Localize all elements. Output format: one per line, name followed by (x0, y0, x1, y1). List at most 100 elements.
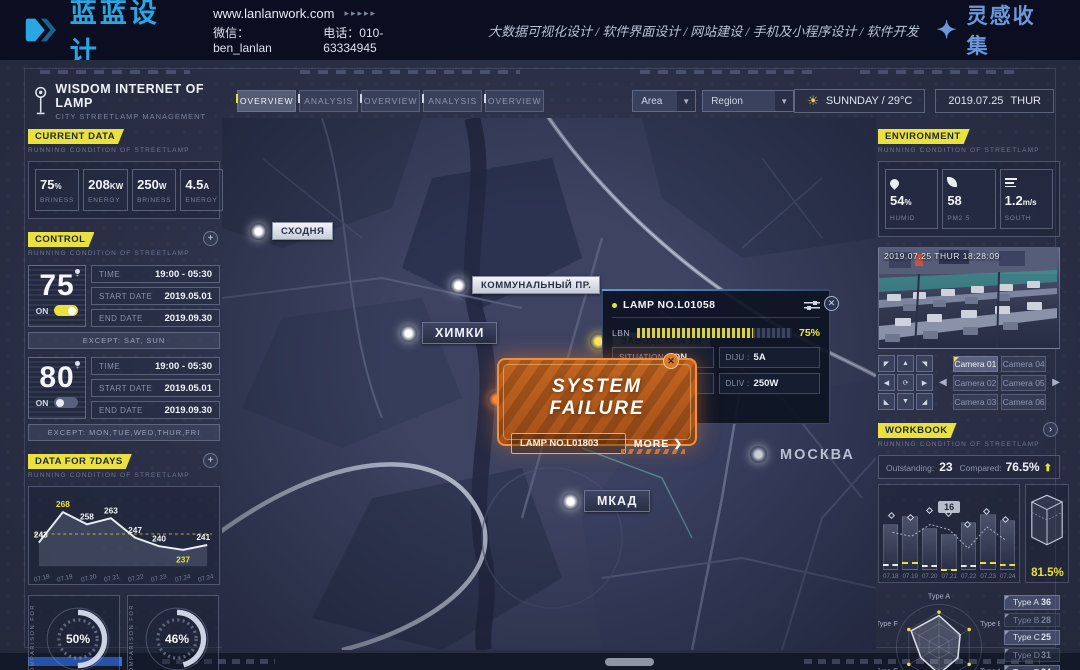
lamp-icon (75, 361, 80, 366)
workbook-total: 81.5% (1025, 484, 1069, 583)
weather-box: ☀ SUNNDAY / 29°C (794, 89, 925, 113)
inspiration-collect[interactable]: ✦ 灵感收集 (937, 0, 1058, 60)
total-percent: 81.5% (1031, 567, 1064, 579)
hud-decoration (300, 70, 520, 74)
except-bar: EXCEPT: MON,TUE,WED,THUR,FRI (28, 424, 220, 441)
radar-chart-svg: Type AType BType CType DType EType F (878, 593, 1000, 670)
add-schedule-button[interactable]: + (203, 231, 218, 246)
schedule-group-2: 80 ON TIME 19:00 - 05:30 START DATE (28, 357, 220, 419)
tab-overview-3[interactable]: OVERVIEW (485, 90, 544, 112)
panel-subtitle: RUNNING CONDITION OF STREETLAMP (28, 147, 220, 154)
dliv-cell: DLIV :250W (719, 373, 821, 394)
pan-right-icon[interactable]: ▶ (916, 374, 933, 391)
type-radar-panel: Type AType BType CType DType EType F Typ… (878, 593, 1060, 670)
schedule-group-1: 75 ON TIME 19:00 - 05:30 START DATE (28, 265, 220, 327)
area-select[interactable]: Area ▼ (632, 90, 696, 112)
camera-list: Camera 01Camera 04Camera 02Camera 05Came… (953, 356, 1047, 410)
close-icon[interactable]: ✕ (824, 296, 839, 311)
screenshot: 蓝蓝设计 www.lanlanwork.com ▸▸▸▸▸ 微信：ben_lan… (0, 0, 1080, 670)
tab-analysis-1[interactable]: ANALYSIS (299, 90, 358, 112)
camera-button-2[interactable]: Camera 02 (953, 375, 998, 391)
lamp-marker-icon (250, 223, 267, 240)
schedule-toggle[interactable] (54, 397, 78, 408)
sliders-icon[interactable] (804, 300, 820, 310)
services-list: 大数据可视化设计 / 软件界面设计 / 网站建设 / 手机及小程序设计 / 软件… (488, 21, 918, 40)
tab-overview-1[interactable]: OVERVIEW (237, 90, 296, 112)
tab-overview-2[interactable]: OVERVIEW (361, 90, 420, 112)
left-sidebar: CURRENT DATA RUNNING CONDITION OF STREET… (28, 126, 220, 670)
camera-button-3[interactable]: Camera 03 (953, 394, 998, 410)
expand-chart-button[interactable]: + (203, 453, 218, 468)
type-row-c[interactable]: Type C25 (1004, 630, 1060, 645)
bar-tooltip: 16 (938, 501, 960, 513)
end-date-row[interactable]: END DATE 2019.09.30 (91, 401, 220, 419)
logo-text: 蓝蓝设计 (70, 0, 189, 69)
workbook-bar-chart: 16 07.1807.1907.2007.2107.2207.2307.24 (878, 484, 1020, 583)
pan-down-right-icon[interactable]: ◢ (916, 393, 933, 410)
pan-up-icon[interactable]: ▲ (897, 355, 914, 372)
gauge-value: 50% (66, 632, 90, 646)
region-select[interactable]: Region ▼ (702, 90, 794, 112)
page-title: WISDOM INTERNET OF LAMP (55, 82, 237, 110)
outstanding-count: 23 (939, 460, 952, 474)
lamp-marker-icon (750, 446, 767, 463)
pan-down-left-icon[interactable]: ◣ (878, 393, 895, 410)
tab-analysis-2[interactable]: ANALYSIS (423, 90, 482, 112)
control-panel: CONTROL + RUNNING CONDITION OF STREETLAM… (28, 229, 220, 441)
humidity-stat: 54% HUMID (885, 169, 938, 229)
rotate-icon[interactable]: ⟳ (897, 374, 914, 391)
website-link[interactable]: www.lanlanwork.com (213, 6, 334, 21)
alert-title: SYSTEM FAILURE (509, 376, 685, 420)
brightness-box: 75 ON (28, 265, 86, 327)
pan-left-icon[interactable]: ◀ (878, 374, 895, 391)
hatch-decoration (621, 449, 685, 454)
cube-icon (1028, 491, 1066, 549)
camera-button-5[interactable]: Camera 05 (1001, 375, 1046, 391)
next-page-button[interactable]: › (1043, 422, 1058, 437)
pan-up-right-icon[interactable]: ◥ (916, 355, 933, 372)
pan-down-icon[interactable]: ▼ (897, 393, 914, 410)
pan-up-left-icon[interactable]: ◤ (878, 355, 895, 372)
stat-energy-kw: 208KW ENERGY (83, 169, 128, 211)
camera-button-6[interactable]: Camera 06 (1001, 394, 1046, 410)
city-map[interactable]: СХОДНЯ КОММУНАЛЬНЫЙ ПР. ХИМКИ ЗАВОДСКАЯ … (222, 118, 876, 650)
date-text: 2019.07.25 (948, 95, 1003, 107)
schedule-toggle[interactable] (54, 305, 78, 316)
map-label-kommunalny[interactable]: КОММУНАЛЬНЫЙ ПР. (450, 276, 600, 294)
camera-dpad: ◤▲◥ ◀⟳▶ ◣▼◢ (878, 355, 933, 410)
lanlan-logo[interactable]: 蓝蓝设计 (22, 0, 189, 69)
prev-cameras-icon[interactable]: ◀ (939, 377, 947, 388)
type-row-d[interactable]: Type D31 (1004, 648, 1060, 663)
brightness-box: 80 ON (28, 357, 86, 419)
time-row[interactable]: TIME 19:00 - 05:30 (91, 265, 220, 283)
svg-text:Type E: Type E (878, 667, 898, 670)
map-label-skhodnya[interactable]: СХОДНЯ (250, 222, 333, 240)
svg-text:258: 258 (80, 511, 94, 521)
time-row[interactable]: TIME 19:00 - 05:30 (91, 357, 220, 375)
progress-bar (637, 328, 792, 338)
camera-feed[interactable]: 2019.07.25 THUR 18:28:09 (878, 247, 1060, 349)
map-label-khimki[interactable]: ХИМКИ (400, 322, 497, 344)
next-cameras-icon[interactable]: ▶ (1052, 377, 1060, 388)
on-label: ON (36, 398, 49, 408)
svg-text:240: 240 (152, 533, 166, 543)
gauge-value: 46% (165, 632, 189, 646)
collect-label: 灵感收集 (967, 0, 1058, 60)
leaf-icon (947, 177, 957, 187)
close-icon[interactable]: ✕ (663, 353, 679, 369)
start-date-row[interactable]: START DATE 2019.05.01 (91, 287, 220, 305)
start-date-row[interactable]: START DATE 2019.05.01 (91, 379, 220, 397)
workbook-summary: Outstanding: 23 Compared: 76.5% ⬆ (878, 455, 1060, 479)
map-label-moskva[interactable]: МОСКВА (750, 444, 863, 465)
end-date-row[interactable]: END DATE 2019.09.30 (91, 309, 220, 327)
streetlamp-icon (34, 86, 47, 116)
camera-button-1[interactable]: Camera 01 (953, 356, 998, 372)
workbook-panel: WORKBOOK › RUNNING CONDITION OF STREETLA… (878, 420, 1060, 583)
weather-text: SUNNDAY / 29°C (826, 95, 913, 107)
more-button[interactable]: MORE ❯ (634, 438, 683, 450)
camera-button-4[interactable]: Camera 04 (1001, 356, 1046, 372)
type-row-a[interactable]: Type A36 (1004, 595, 1060, 610)
map-label-mkad[interactable]: МКАД (562, 490, 650, 512)
type-row-b[interactable]: Type B28 (1004, 613, 1060, 628)
type-row-e[interactable]: Type E24 (1004, 665, 1060, 670)
